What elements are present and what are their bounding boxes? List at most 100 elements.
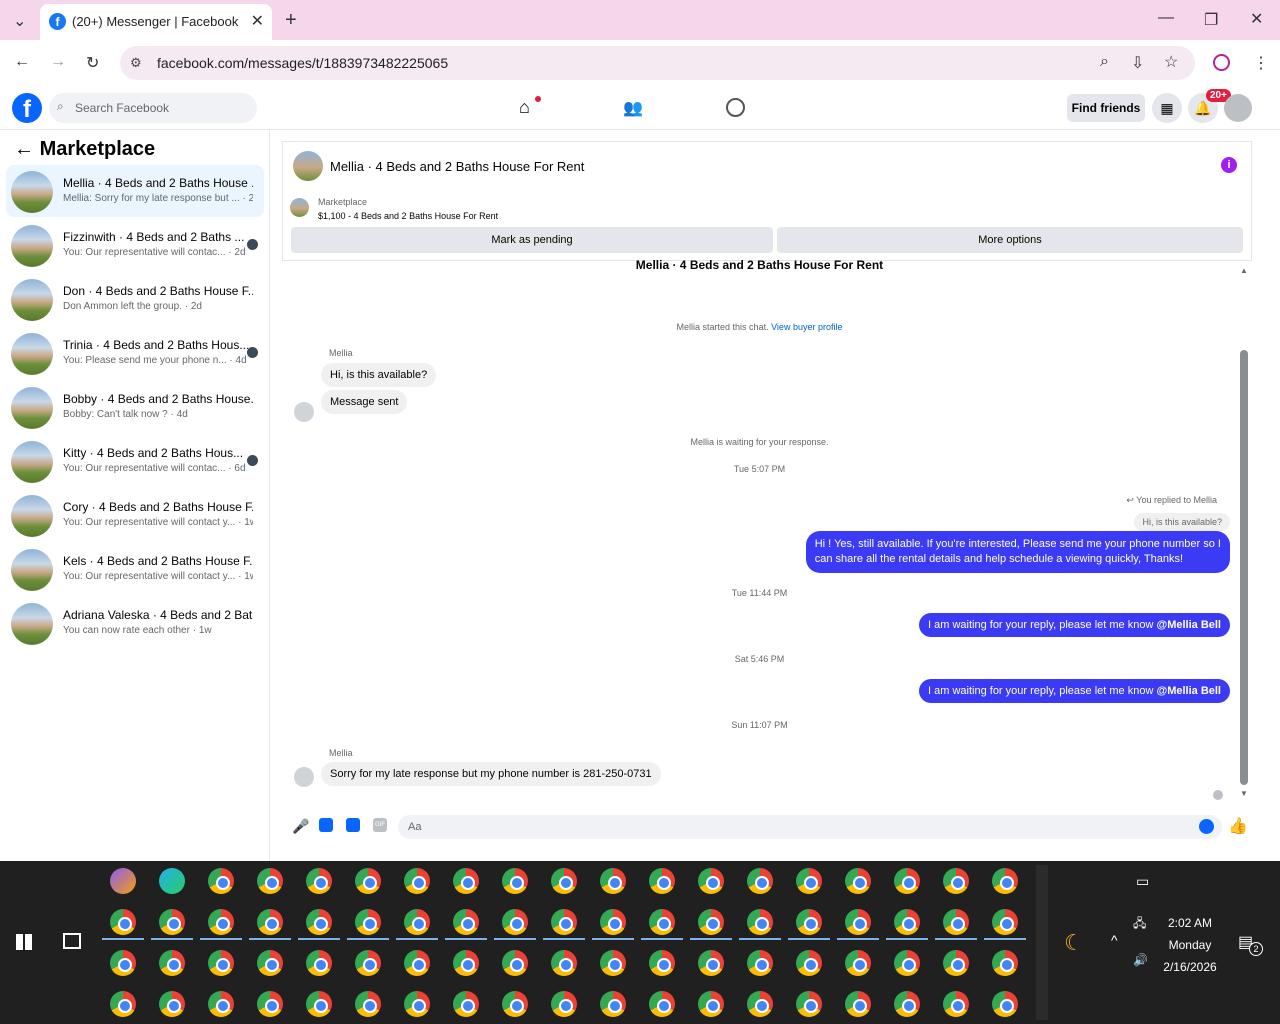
chrome-app-icon[interactable] <box>796 950 822 976</box>
chrome-app-icon[interactable] <box>894 909 920 935</box>
network-icon[interactable]: 🖧 <box>1133 914 1146 935</box>
chrome-app-icon[interactable] <box>747 868 773 894</box>
info-icon[interactable]: i <box>1221 157 1237 173</box>
sticker-icon[interactable] <box>346 818 360 832</box>
browser-tab[interactable]: f (20+) Messenger | Facebook ✕ <box>40 4 272 40</box>
chrome-app-icon[interactable] <box>355 991 381 1017</box>
chrome-app-icon[interactable] <box>404 909 430 935</box>
install-app-icon[interactable]: ⇩ <box>1131 53 1144 73</box>
incoming-message[interactable]: Sorry for my late response but my phone … <box>321 762 661 786</box>
task-view-icon[interactable] <box>63 933 81 949</box>
like-thumb-icon[interactable]: 👍 <box>1228 816 1248 836</box>
conversation-item[interactable]: Don · 4 Beds and 2 Baths House F... Don A… <box>6 273 264 325</box>
chrome-app-icon[interactable] <box>992 950 1018 976</box>
chrome-app-icon[interactable] <box>404 950 430 976</box>
chrome-app-icon[interactable] <box>355 909 381 935</box>
message-input[interactable]: Aa <box>398 815 1222 839</box>
facebook-logo-icon[interactable]: f <box>12 93 42 123</box>
show-hidden-icons-chevron-icon[interactable]: ^ <box>1111 932 1118 948</box>
chrome-app-icon[interactable] <box>943 909 969 935</box>
chrome-app-icon[interactable] <box>992 991 1018 1017</box>
chrome-app-icon[interactable] <box>159 991 185 1017</box>
zoom-icon[interactable]: ⌕ <box>1100 53 1109 71</box>
chrome-app-icon[interactable] <box>404 868 430 894</box>
groups-icon[interactable] <box>726 98 745 117</box>
outgoing-message[interactable]: I am waiting for your reply, please let … <box>919 613 1230 637</box>
search-input[interactable]: ⌕ Search Facebook <box>49 93 257 123</box>
chrome-app-icon[interactable] <box>551 950 577 976</box>
chrome-app-icon[interactable] <box>257 909 283 935</box>
chrome-app-icon[interactable] <box>208 991 234 1017</box>
chrome-app-icon[interactable] <box>698 868 724 894</box>
chrome-app-icon[interactable] <box>698 950 724 976</box>
chrome-app-icon[interactable] <box>992 868 1018 894</box>
site-settings-icon[interactable]: ⚙ <box>130 55 142 71</box>
chrome-app-icon[interactable] <box>110 991 136 1017</box>
conversation-item[interactable]: Kitty · 4 Beds and 2 Baths Hous... You: O… <box>6 435 264 487</box>
conversation-item[interactable]: Adriana Valeska · 4 Beds and 2 Bat... You… <box>6 597 264 649</box>
chrome-app-icon[interactable] <box>110 950 136 976</box>
chrome-app-icon[interactable] <box>306 991 332 1017</box>
back-icon[interactable]: ← <box>14 53 30 71</box>
chrome-app-icon[interactable] <box>306 950 332 976</box>
chrome-app-icon[interactable] <box>502 868 528 894</box>
chrome-app-icon[interactable] <box>943 868 969 894</box>
chrome-app-icon[interactable] <box>698 909 724 935</box>
bookmark-star-icon[interactable]: ☆ <box>1164 52 1178 72</box>
conversation-item[interactable]: Fizzinwith · 4 Beds and 2 Baths ... You: … <box>6 219 264 271</box>
chrome-app-icon[interactable] <box>796 909 822 935</box>
moon-icon[interactable]: ☾ <box>1064 930 1084 956</box>
account-avatar[interactable] <box>1224 94 1252 122</box>
home-icon[interactable]: ⌂ <box>519 97 530 118</box>
restore-icon[interactable]: ❐ <box>1204 10 1218 30</box>
quoted-message[interactable]: Hi, is this available? <box>1134 513 1230 531</box>
chrome-app-icon[interactable] <box>208 868 234 894</box>
chrome-app-icon[interactable] <box>747 991 773 1017</box>
chrome-app-icon[interactable] <box>600 950 626 976</box>
chrome-app-icon[interactable] <box>159 909 185 935</box>
chrome-app-icon[interactable] <box>894 991 920 1017</box>
conversation-item[interactable]: Trinia · 4 Beds and 2 Baths Hous... You: … <box>6 327 264 379</box>
chrome-app-icon[interactable] <box>992 909 1018 935</box>
friends-icon[interactable]: 👥 <box>623 98 643 118</box>
chrome-app-icon[interactable] <box>551 868 577 894</box>
meet-now-icon[interactable]: ▭ <box>1136 873 1149 890</box>
chrome-app-icon[interactable] <box>159 950 185 976</box>
chrome-app-icon[interactable] <box>943 991 969 1017</box>
chrome-app-icon[interactable] <box>943 950 969 976</box>
chrome-app-icon[interactable] <box>845 991 871 1017</box>
window-close-icon[interactable]: ✕ <box>1250 9 1263 29</box>
chrome-app-icon[interactable] <box>355 868 381 894</box>
chrome-app-icon[interactable] <box>845 909 871 935</box>
chrome-app-icon[interactable] <box>600 991 626 1017</box>
chrome-app-icon[interactable] <box>453 991 479 1017</box>
photo-icon[interactable] <box>319 818 333 832</box>
outgoing-message[interactable]: I am waiting for your reply, please let … <box>919 679 1230 703</box>
chrome-app-icon[interactable] <box>649 991 675 1017</box>
chrome-app-icon[interactable] <box>649 950 675 976</box>
back-arrow-icon[interactable]: ← <box>14 138 34 160</box>
chrome-app-icon[interactable] <box>257 868 283 894</box>
edge-icon[interactable] <box>159 868 185 894</box>
chat-avatar[interactable] <box>293 151 323 181</box>
chrome-app-icon[interactable] <box>894 868 920 894</box>
chrome-app-icon[interactable] <box>551 991 577 1017</box>
clock[interactable]: 2:02 AM Monday 2/16/2026 <box>1160 912 1220 978</box>
chrome-app-icon[interactable] <box>306 868 332 894</box>
chrome-app-icon[interactable] <box>453 950 479 976</box>
incoming-message[interactable]: Message sent <box>321 390 408 414</box>
start-windows-icon[interactable] <box>16 934 32 950</box>
taskbar-scrollbar[interactable] <box>1036 865 1048 1020</box>
listing-price-title[interactable]: $1,100 - 4 Beds and 2 Baths House For Re… <box>318 211 498 221</box>
sender-avatar[interactable] <box>294 402 314 422</box>
chrome-app-icon[interactable] <box>208 950 234 976</box>
listing-thumbnail[interactable] <box>290 198 309 217</box>
chrome-menu-icon[interactable]: ⋮ <box>1253 53 1269 73</box>
conversation-item[interactable]: Cory · 4 Beds and 2 Baths House F... You:… <box>6 489 264 541</box>
chrome-app-icon[interactable] <box>551 909 577 935</box>
sender-avatar[interactable] <box>294 767 314 787</box>
chat-title[interactable]: Mellia · 4 Beds and 2 Baths House For Re… <box>330 159 584 174</box>
microphone-icon[interactable]: 🎤 <box>292 818 309 835</box>
chrome-app-icon[interactable] <box>257 950 283 976</box>
chrome-app-icon[interactable] <box>453 909 479 935</box>
